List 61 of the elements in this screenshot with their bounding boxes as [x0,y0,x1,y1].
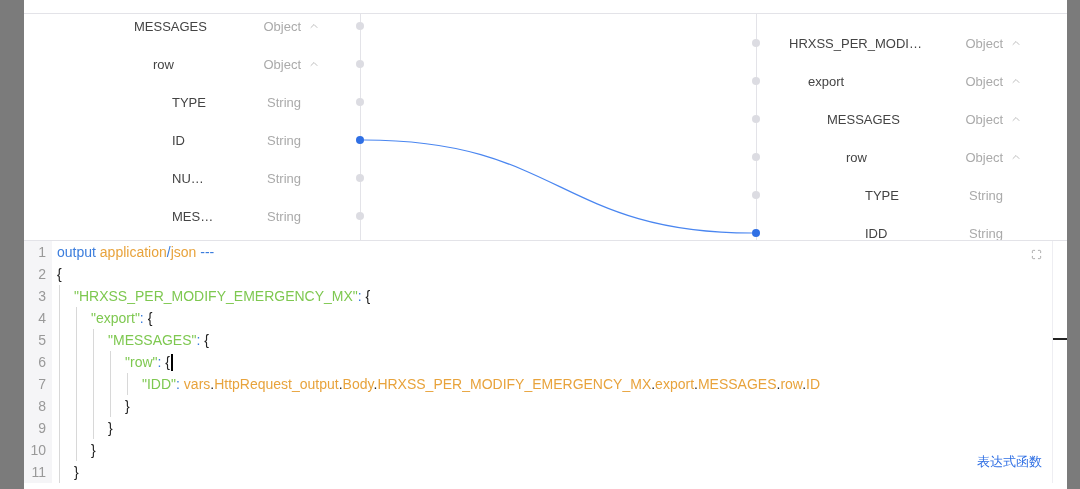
expression-functions-link[interactable]: 表达式函数 [977,453,1042,471]
field-name: row [846,149,867,165]
code-line: { [57,265,62,284]
line-number: 10 [30,442,46,458]
code-line: "row": { [125,353,170,372]
line-number: 4 [38,310,46,326]
code-line: "MESSAGES": { [108,331,209,350]
field-type: String [267,132,301,148]
line-number: 11 [31,464,46,480]
field-name: HRXSS_PER_MODI… [789,35,922,51]
field-name: IDD [865,225,888,240]
connector-dot[interactable] [752,115,760,123]
field-type: String [969,187,1003,203]
field-name: MES… [172,208,214,224]
field-type: String [267,94,301,110]
field-name: NU… [172,170,204,186]
connector-dot[interactable] [752,229,760,237]
field-type: Object [965,111,1003,127]
field-name: TYPE [172,94,206,110]
code-line: "HRXSS_PER_MODIFY_EMERGENCY_MX": { [74,287,371,306]
line-number: 5 [38,332,46,348]
dash-mark [1053,338,1067,340]
line-number: 6 [38,354,46,370]
code-line: } [125,397,130,416]
line-number: 8 [38,398,46,414]
connector-dot[interactable] [752,39,760,47]
field-name: MESSAGES [134,18,207,34]
field-name: export [808,73,845,89]
connector-dot[interactable] [752,77,760,85]
field-type: Object [263,56,301,72]
connector-dot[interactable] [356,174,364,182]
field-type: String [969,225,1003,240]
field-type: Object [263,18,301,34]
code-line: output application/json --- [57,243,215,262]
connector-dot[interactable] [752,191,760,199]
field-name: TYPE [865,187,899,203]
field-type: String [267,208,301,224]
connector-dot[interactable] [356,60,364,68]
field-name: ID [172,132,185,148]
fullscreen-icon[interactable] [1031,249,1042,260]
line-number: 7 [38,376,46,392]
code-line: } [108,419,113,438]
code-line: "export": { [91,309,153,328]
connector-dot[interactable] [752,153,760,161]
field-type: Object [965,35,1003,51]
field-name: row [153,56,174,72]
line-number: 3 [38,288,46,304]
line-number: 2 [38,266,46,282]
connector-dot[interactable] [356,212,364,220]
field-type: Object [965,73,1003,89]
connector-dot[interactable] [356,98,364,106]
code-line: } [91,441,96,460]
connector-dot[interactable] [356,22,364,30]
field-type: Object [965,149,1003,165]
field-name: MESSAGES [827,111,900,127]
connector-dot[interactable] [356,136,364,144]
code-line: "IDD": vars.HttpRequest_output.Body.HRXSS_PER_MODIFY_EMERGENCY_MX.export.MESSAGES.row.ID [142,375,821,394]
code-line: } [74,463,79,482]
field-type: String [267,170,301,186]
line-number: 1 [38,244,46,260]
line-number: 9 [38,420,46,436]
